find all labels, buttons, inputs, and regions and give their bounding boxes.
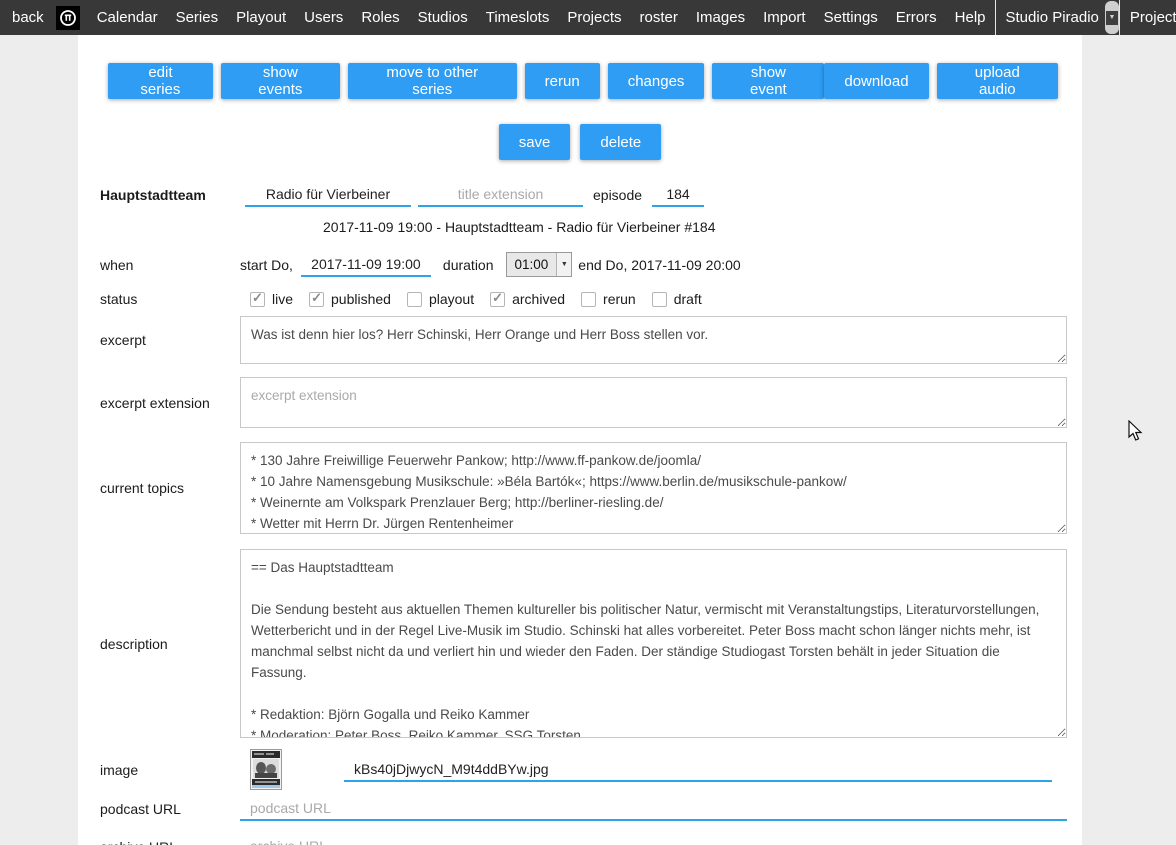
checkbox-rerun[interactable]: ✓ — [581, 292, 596, 307]
move-to-other-series-button[interactable]: move to other series — [348, 63, 517, 99]
episode-label: episode — [593, 187, 642, 203]
show-events-button[interactable]: show events — [221, 63, 340, 99]
checkbox-draft[interactable]: ✓ — [652, 292, 667, 307]
navbar-right: Studio Piradio ▼ Project 88vier ▼ Logout… — [995, 0, 1176, 35]
when-row: when start Do, duration 01:00 ▼ end Do, … — [78, 252, 1082, 277]
status-row: status ✓ live ✓ published ✓ playout ✓ ar… — [78, 291, 1082, 307]
nav-item-images[interactable]: Images — [687, 0, 754, 35]
checkbox-live[interactable]: ✓ — [250, 292, 265, 307]
excerpt-label: excerpt — [100, 332, 240, 348]
checkbox-rerun-label: rerun — [603, 291, 636, 307]
checkbox-published-label: published — [331, 291, 391, 307]
nav-item-projects[interactable]: Projects — [558, 0, 630, 35]
download-button[interactable]: download — [824, 63, 928, 99]
studio-select[interactable]: Studio Piradio ▼ — [995, 0, 1119, 35]
checkbox-archived[interactable]: ✓ — [490, 292, 505, 307]
title-input[interactable] — [245, 183, 411, 207]
check-icon: ✓ — [492, 291, 503, 304]
check-icon: ✓ — [252, 291, 263, 304]
image-thumbnail[interactable] — [250, 749, 282, 790]
nav-item-settings[interactable]: Settings — [815, 0, 887, 35]
nav-item-back[interactable]: back — [0, 0, 54, 35]
start-label: start Do, — [240, 257, 293, 273]
edit-series-button[interactable]: edit series — [108, 63, 213, 99]
title-extension-input[interactable] — [418, 183, 583, 207]
checkbox-live-label: live — [272, 291, 293, 307]
image-filename-input[interactable] — [344, 758, 1052, 782]
show-event-button[interactable]: show event — [712, 63, 824, 99]
description-row: description == Das Hauptstadtteam Die Se… — [78, 549, 1082, 738]
nav-item-help[interactable]: Help — [946, 0, 995, 35]
rerun-button[interactable]: rerun — [525, 63, 600, 99]
duration-select-value: 01:00 — [507, 257, 557, 272]
project-select-value: Project 88vier — [1120, 0, 1176, 35]
save-delete-row: save delete — [78, 124, 1082, 160]
save-button[interactable]: save — [499, 124, 571, 160]
nav-item-roster[interactable]: roster — [631, 0, 687, 35]
studio-select-value: Studio Piradio — [996, 0, 1105, 35]
nav-item-studios[interactable]: Studios — [409, 0, 477, 35]
archive-url-label: archive URL — [100, 839, 240, 845]
excerpt-textarea[interactable]: Was ist denn hier los? Herr Schinski, He… — [240, 316, 1067, 364]
archive-url-row: archive URL — [78, 835, 1082, 845]
top-navbar: back Calendar Series Playout Users Roles… — [0, 0, 1176, 35]
title-row: Hauptstadtteam episode — [78, 183, 1082, 207]
duration-select[interactable]: 01:00 ▼ — [506, 252, 573, 277]
podcast-url-input[interactable] — [240, 797, 1067, 821]
nav-item-timeslots[interactable]: Timeslots — [477, 0, 559, 35]
upload-audio-button[interactable]: upload audio — [937, 63, 1058, 99]
excerpt-extension-label: excerpt extension — [100, 395, 240, 411]
checkbox-playout[interactable]: ✓ — [407, 292, 422, 307]
current-topics-row: current topics * 130 Jahre Freiwillige F… — [78, 442, 1082, 534]
nav-item-calendar[interactable]: Calendar — [88, 0, 167, 35]
series-title-label: Hauptstadtteam — [100, 187, 240, 203]
delete-button[interactable]: delete — [580, 124, 661, 160]
description-label: description — [100, 636, 240, 652]
when-label: when — [100, 257, 240, 273]
mouse-cursor — [1128, 420, 1144, 447]
start-datetime-input[interactable] — [301, 253, 431, 277]
checkbox-draft-label: draft — [674, 291, 702, 307]
duration-label: duration — [443, 257, 494, 273]
podcast-url-row: podcast URL — [78, 797, 1082, 821]
nav-item-roles[interactable]: Roles — [352, 0, 408, 35]
excerpt-extension-row: excerpt extension — [78, 377, 1082, 428]
main-content: edit series show events move to other se… — [78, 35, 1082, 845]
check-icon: ✓ — [311, 291, 322, 304]
archive-url-input[interactable] — [240, 835, 1067, 845]
status-label: status — [100, 291, 240, 307]
nav-item-series[interactable]: Series — [167, 0, 228, 35]
chevron-down-icon[interactable]: ▼ — [1105, 1, 1119, 34]
current-topics-label: current topics — [100, 480, 240, 496]
current-topics-textarea[interactable]: * 130 Jahre Freiwillige Feuerwehr Pankow… — [240, 442, 1067, 534]
description-textarea[interactable]: == Das Hauptstadtteam Die Sendung besteh… — [240, 549, 1067, 738]
changes-button[interactable]: changes — [608, 63, 705, 99]
checkbox-published[interactable]: ✓ — [309, 292, 324, 307]
image-row: image — [78, 749, 1082, 790]
image-label: image — [100, 762, 240, 778]
piradio-logo-icon[interactable] — [56, 6, 80, 30]
checkbox-playout-label: playout — [429, 291, 474, 307]
toolbar: edit series show events move to other se… — [78, 63, 1082, 99]
nav-item-playout[interactable]: Playout — [227, 0, 295, 35]
nav-item-users[interactable]: Users — [295, 0, 352, 35]
nav-item-import[interactable]: Import — [754, 0, 815, 35]
chevron-down-icon: ▼ — [556, 253, 571, 276]
checkbox-archived-label: archived — [512, 291, 565, 307]
episode-input[interactable] — [652, 183, 704, 207]
podcast-url-label: podcast URL — [100, 801, 240, 817]
nav-item-errors[interactable]: Errors — [887, 0, 946, 35]
event-summary-line: 2017-11-09 19:00 - Hauptstadtteam - Radi… — [78, 219, 1082, 235]
end-label: end Do, 2017-11-09 20:00 — [578, 257, 740, 273]
project-select[interactable]: Project 88vier ▼ — [1119, 0, 1176, 35]
excerpt-extension-textarea[interactable] — [240, 377, 1067, 428]
excerpt-row: excerpt Was ist denn hier los? Herr Schi… — [78, 316, 1082, 364]
